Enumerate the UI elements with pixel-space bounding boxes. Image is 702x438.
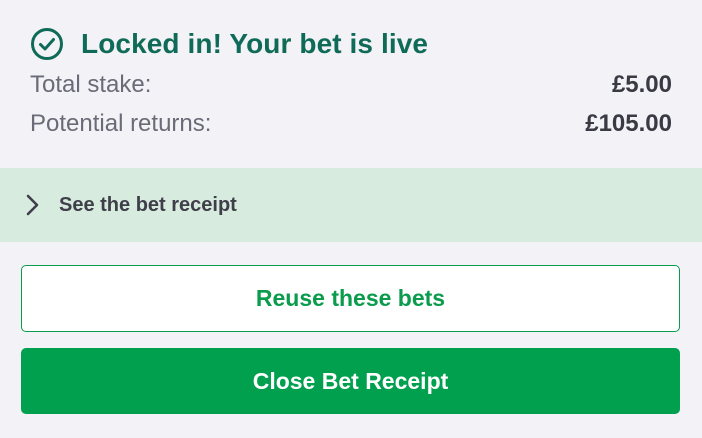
bet-summary: Locked in! Your bet is live Total stake:… — [0, 0, 702, 168]
check-circle-icon — [31, 28, 63, 60]
potential-returns-row: Potential returns: £105.00 — [30, 109, 672, 139]
reuse-bets-label: Reuse these bets — [255, 285, 446, 311]
close-bet-receipt-button[interactable]: Close Bet Receipt — [21, 348, 680, 414]
close-bet-receipt-label: Close Bet Receipt — [252, 367, 449, 394]
see-bet-receipt-toggle[interactable]: See the bet receipt — [0, 168, 702, 242]
chevron-right-icon — [26, 194, 39, 216]
reuse-bets-button[interactable]: Reuse these bets — [21, 265, 680, 332]
total-stake-label: Total stake: — [30, 71, 152, 98]
total-stake-row: Total stake: £5.00 — [30, 70, 672, 100]
see-bet-receipt-label: See the bet receipt — [59, 193, 237, 216]
status-title: Locked in! Your bet is live — [81, 28, 429, 59]
status-row: Locked in! Your bet is live — [30, 27, 428, 61]
potential-returns-label: Potential returns: — [30, 110, 212, 137]
total-stake-value: £5.00 — [611, 71, 672, 98]
potential-returns-value: £105.00 — [585, 110, 672, 137]
